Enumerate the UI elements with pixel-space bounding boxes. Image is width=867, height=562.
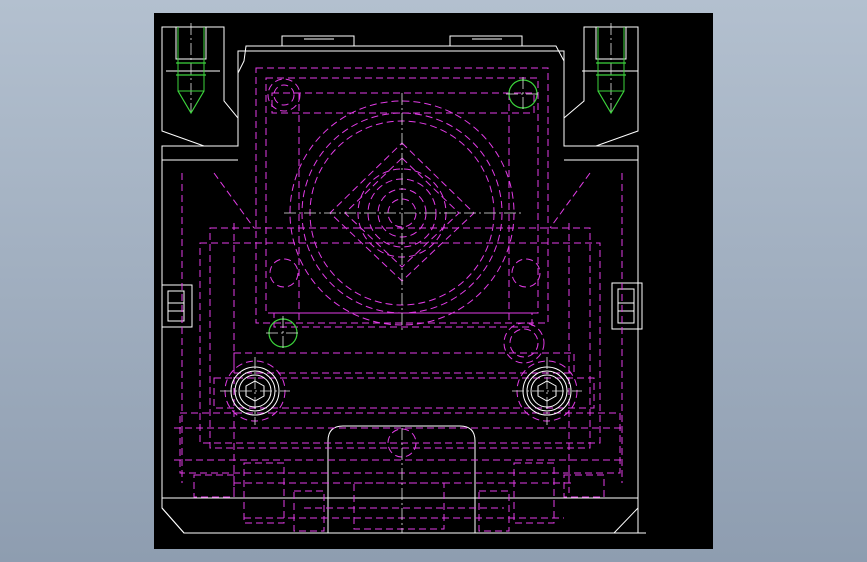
cad-drawing — [161, 23, 646, 534]
left-connector — [161, 284, 193, 328]
hidden-lines — [174, 67, 624, 532]
center-bore — [284, 93, 524, 333]
threaded-holes — [266, 77, 540, 350]
left-bolt-head — [220, 357, 290, 425]
cad-viewport[interactable] — [154, 13, 713, 549]
right-bolt-head — [512, 357, 582, 425]
right-arm — [563, 23, 639, 147]
left-arm — [161, 23, 239, 147]
